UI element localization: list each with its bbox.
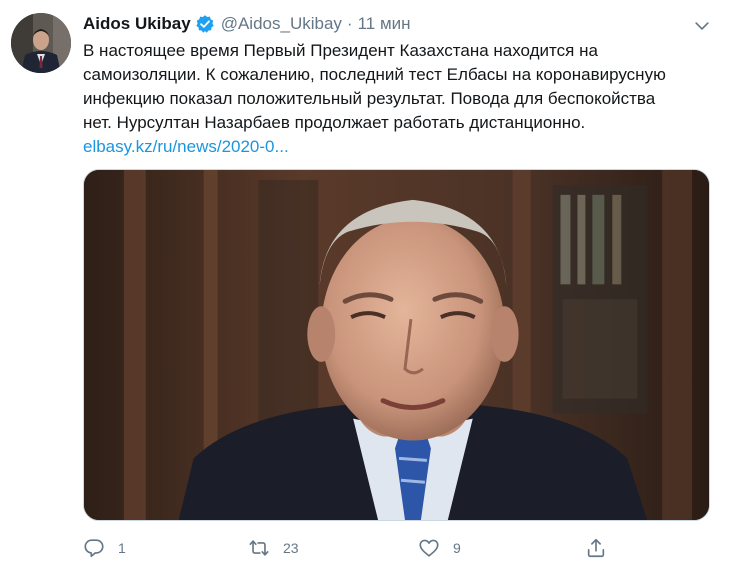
reply-count: 1 (118, 540, 126, 556)
share-button[interactable] (585, 535, 607, 561)
reply-icon (84, 539, 104, 558)
tweet-header: Aidos Ukibay @Aidos_Ukibay · 11 мин (83, 12, 411, 36)
author-name[interactable]: Aidos Ukibay (83, 14, 191, 34)
more-options-button[interactable] (690, 14, 714, 38)
tweet-link[interactable]: elbasy.kz/ru/news/2020-0... (83, 135, 723, 159)
avatar-image (11, 13, 71, 73)
author-handle[interactable]: @Aidos_Ukibay (221, 14, 342, 34)
tweet-text-line: нет. Нурсултан Назарбаев продолжает рабо… (83, 113, 586, 132)
share-icon (587, 538, 605, 558)
tweet-photo[interactable] (83, 169, 710, 521)
retweet-icon (249, 540, 269, 556)
avatar[interactable] (11, 13, 71, 73)
portrait-photo (84, 170, 709, 520)
like-button[interactable]: 9 (418, 535, 461, 561)
tweet-actions: 1 23 9 (83, 535, 703, 561)
retweet-count: 23 (283, 540, 299, 556)
tweet-text-line: В настоящее время Первый Президент Казах… (83, 41, 598, 60)
separator-dot: · (346, 14, 353, 33)
chevron-down-icon (695, 22, 709, 30)
tweet-text-line: инфекцию показал положительный результат… (83, 89, 656, 108)
tweet[interactable]: Aidos Ukibay @Aidos_Ukibay · 11 мин В на… (0, 0, 730, 572)
retweet-button[interactable]: 23 (248, 535, 299, 561)
verified-badge-icon (195, 14, 215, 34)
reply-button[interactable]: 1 (83, 535, 126, 561)
timestamp[interactable]: 11 мин (358, 14, 411, 34)
tweet-text-line: самоизоляции. К сожалению, последний тес… (83, 65, 666, 84)
tweet-text: В настоящее время Первый Президент Казах… (83, 39, 723, 159)
heart-icon (419, 539, 439, 557)
like-count: 9 (453, 540, 461, 556)
